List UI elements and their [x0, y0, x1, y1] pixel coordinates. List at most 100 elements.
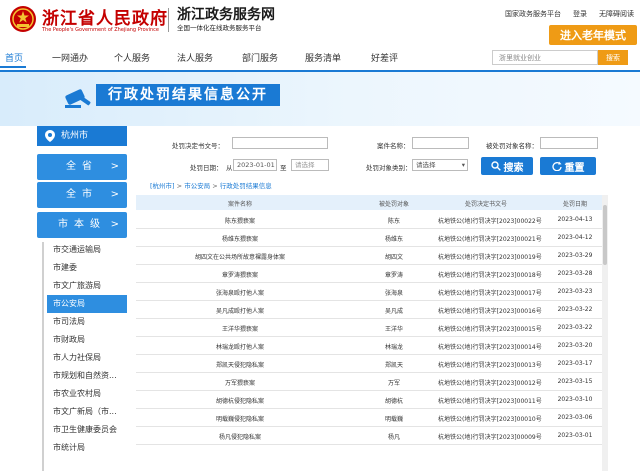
- sidebar-btn-city-label: 全市: [66, 189, 98, 200]
- elder-mode-button[interactable]: 进入老年模式: [549, 25, 637, 45]
- breadcrumb-separator: >: [212, 182, 218, 190]
- sidebar-btn-city-level[interactable]: 市本级 >: [37, 212, 127, 238]
- cell-target: 林瑞龙: [384, 344, 403, 351]
- sidebar-item-department[interactable]: 市交通运输局: [47, 241, 127, 259]
- sidebar-item-department[interactable]: 市统计局: [47, 439, 127, 457]
- sidebar-item-department[interactable]: 市规划和自然资...: [47, 367, 127, 385]
- table-row[interactable]: 胡四文在公共场所故意裸露身体案 胡四文 杭地铁公(地)行罚决字[2023]00019…: [136, 246, 602, 265]
- target-type-label: 处罚对象类别：: [366, 164, 412, 172]
- sidebar-item-department[interactable]: 市文广新局（市...: [47, 403, 127, 421]
- reset-button-label: 重置: [564, 162, 585, 174]
- region-sidebar: 杭州市 全省 > 全市 > 市本级 > 市交通运输局 市建委 市文广旅游局 市公…: [37, 126, 127, 471]
- breadcrumb-dept[interactable]: 市公安局: [184, 182, 210, 190]
- nav-personal[interactable]: 个人服务: [114, 51, 150, 64]
- search-button-label: 搜索: [503, 162, 524, 174]
- site-search-input[interactable]: 浙里就业创业: [492, 50, 598, 65]
- breadcrumb-separator: >: [176, 182, 183, 190]
- sidebar-item-department[interactable]: 市司法局: [47, 313, 127, 331]
- breadcrumb-city[interactable]: [杭州市]: [150, 182, 175, 190]
- cell-case-name[interactable]: 杨凡侵犯隐私案: [158, 432, 322, 441]
- search-button[interactable]: 搜索: [481, 157, 533, 175]
- sidebar-city-header[interactable]: 杭州市: [37, 126, 127, 146]
- case-name-input[interactable]: [412, 137, 469, 149]
- link-accessibility[interactable]: 无障碍阅读: [599, 9, 634, 19]
- sidebar-city-name: 杭州市: [61, 131, 89, 141]
- cell-target: 胡四文: [384, 254, 403, 261]
- cell-date: 2023-04-12: [557, 234, 593, 241]
- sidebar-scrollbar[interactable]: [42, 242, 44, 471]
- cell-case-name[interactable]: 王洋华猥亵案: [158, 324, 322, 333]
- cell-doc-no: 杭地铁公(地)行罚决字[2023]00012号: [438, 380, 542, 387]
- date-to-input[interactable]: 请选择: [291, 159, 329, 171]
- gov-name[interactable]: 浙江省人民政府: [42, 4, 168, 29]
- sidebar-item-department[interactable]: 市人力社保局: [47, 349, 127, 367]
- cell-case-name[interactable]: 胡四文在公共场所故意裸露身体案: [158, 252, 322, 261]
- cell-doc-no: 杭地铁公(地)行罚决字[2023]00013号: [438, 362, 542, 369]
- table-row[interactable]: 胡德杭侵犯隐私案 胡德杭 杭地铁公(地)行罚决字[2023]00011号 2023-0…: [136, 390, 602, 409]
- table-row[interactable]: 明载巍侵犯隐私案 明载巍 杭地铁公(地)行罚决字[2023]00010号 2023-0…: [136, 408, 602, 427]
- sidebar-item-department[interactable]: 市文广旅游局: [47, 277, 127, 295]
- table-row[interactable]: 杨凡侵犯隐私案 杨凡 杭地铁公(地)行罚决字[2023]00009号 2023-03-…: [136, 426, 602, 445]
- nav-home[interactable]: 首页: [5, 51, 23, 64]
- site-name[interactable]: 浙江政务服务网: [177, 4, 275, 24]
- cell-case-name[interactable]: 胡德杭侵犯隐私案: [158, 396, 322, 405]
- cell-case-name[interactable]: 林瑞龙殴打他人案: [158, 342, 322, 351]
- table-row[interactable]: 陈东猥亵案 陈东 杭地铁公(地)行罚决字[2023]00022号 2023-04-13: [136, 210, 602, 229]
- link-login[interactable]: 登录: [573, 9, 587, 19]
- site-search-button[interactable]: 搜索: [598, 50, 628, 65]
- nav-department[interactable]: 部门服务: [242, 51, 278, 64]
- cell-doc-no: 杭地铁公(地)行罚决字[2023]00019号: [438, 254, 542, 261]
- sidebar-item-department-selected[interactable]: 市公安局: [47, 295, 127, 313]
- nav-one-stop[interactable]: 一网通办: [52, 51, 88, 64]
- cell-target: 胡德杭: [384, 398, 403, 405]
- cell-doc-no: 杭地铁公(地)行罚决字[2023]00022号: [438, 218, 542, 225]
- sidebar-btn-province-label: 全省: [66, 161, 98, 172]
- cell-case-name[interactable]: 陈东猥亵案: [158, 216, 322, 225]
- sidebar-btn-city[interactable]: 全市 >: [37, 182, 127, 208]
- table-row[interactable]: 章罗涛猥亵案 章罗涛 杭地铁公(地)行罚决字[2023]00018号 2023-03-…: [136, 264, 602, 283]
- cell-target: 张海泉: [384, 290, 403, 297]
- cell-case-name[interactable]: 张海泉殴打他人案: [158, 288, 322, 297]
- date-from-label: 从: [226, 164, 233, 172]
- cell-date: 2023-03-22: [557, 306, 593, 313]
- cell-case-name[interactable]: 章罗涛猥亵案: [158, 270, 322, 279]
- cell-case-name[interactable]: 吴凡成殴打他人案: [158, 306, 322, 315]
- nav-active-indicator: [0, 66, 26, 68]
- cell-case-name[interactable]: 杨维东猥亵案: [158, 234, 322, 243]
- nav-feedback[interactable]: 好差评: [371, 51, 398, 64]
- sidebar-btn-province[interactable]: 全省 >: [37, 154, 127, 180]
- date-from-input[interactable]: 2023-01-01: [233, 159, 277, 171]
- chevron-right-icon: >: [110, 161, 119, 172]
- table-row[interactable]: 张海泉殴打他人案 张海泉 杭地铁公(地)行罚决字[2023]00017号 2023-0…: [136, 282, 602, 301]
- sidebar-item-department[interactable]: 市卫生健康委员会: [47, 421, 127, 439]
- gov-name-en: The People's Government of Zhejiang Prov…: [42, 27, 159, 33]
- table-row[interactable]: 郑凯天侵犯隐私案 郑凯天 杭地铁公(地)行罚决字[2023]00013号 2023-0…: [136, 354, 602, 373]
- col-doc-no: 处罚决定书文号: [464, 201, 507, 208]
- sidebar-item-department[interactable]: 市农业农村局: [47, 385, 127, 403]
- nav-corporate[interactable]: 法人服务: [177, 51, 213, 64]
- doc-no-input[interactable]: [232, 137, 328, 149]
- cell-case-name[interactable]: 明载巍侵犯隐私案: [158, 414, 322, 423]
- nav-service-list[interactable]: 服务清单: [305, 51, 341, 64]
- table-row[interactable]: 王洋华猥亵案 王洋华 杭地铁公(地)行罚决字[2023]00015号 2023-03-…: [136, 318, 602, 337]
- sidebar-item-department[interactable]: 市建委: [47, 259, 127, 277]
- link-national-platform[interactable]: 国家政务服务平台: [505, 9, 561, 19]
- banner-title: 行政处罚结果信息公开: [96, 84, 280, 106]
- target-name-input[interactable]: [540, 137, 598, 149]
- cell-case-name[interactable]: 万军猥亵案: [158, 378, 322, 387]
- table-row[interactable]: 万军猥亵案 万军 杭地铁公(地)行罚决字[2023]00012号 2023-03-15: [136, 372, 602, 391]
- reset-button[interactable]: 重置: [540, 157, 596, 175]
- table-scrollbar[interactable]: [602, 195, 608, 471]
- cell-target: 吴凡成: [384, 308, 403, 315]
- cell-doc-no: 杭地铁公(地)行罚决字[2023]00009号: [438, 434, 542, 441]
- table-row[interactable]: 吴凡成殴打他人案 吴凡成 杭地铁公(地)行罚决字[2023]00016号 2023-0…: [136, 300, 602, 319]
- search-icon: [490, 161, 501, 171]
- sidebar-item-department[interactable]: 市财政局: [47, 331, 127, 349]
- cell-target: 王洋华: [384, 326, 403, 333]
- target-type-select[interactable]: 请选择 ▾: [412, 159, 468, 171]
- cell-target: 郑凯天: [384, 362, 403, 369]
- table-row[interactable]: 林瑞龙殴打他人案 林瑞龙 杭地铁公(地)行罚决字[2023]00014号 2023-0…: [136, 336, 602, 355]
- scrollbar-thumb[interactable]: [603, 205, 607, 265]
- table-row[interactable]: 杨维东猥亵案 杨维东 杭地铁公(地)行罚决字[2023]00021号 2023-04-…: [136, 228, 602, 247]
- cell-case-name[interactable]: 郑凯天侵犯隐私案: [158, 360, 322, 369]
